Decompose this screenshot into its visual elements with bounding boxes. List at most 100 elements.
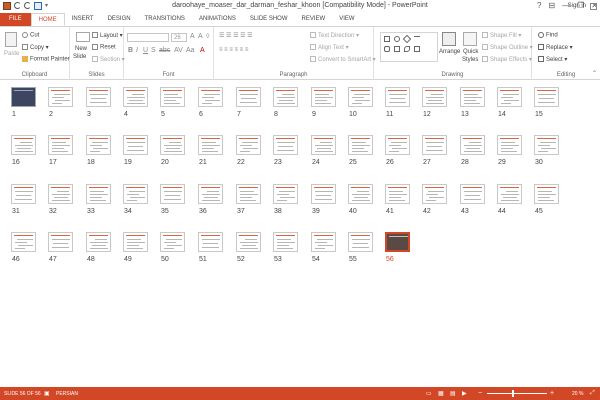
tab-animations[interactable]: ANIMATIONS xyxy=(192,13,243,26)
zoom-slider-handle[interactable] xyxy=(512,390,514,397)
shape-effects-button[interactable]: Shape Effects ▾ xyxy=(482,56,532,63)
slide-thumbnail[interactable] xyxy=(497,135,522,155)
quick-styles-button[interactable]: Quick xyxy=(463,49,478,55)
slide-thumbnail[interactable] xyxy=(160,135,185,155)
tab-home[interactable]: HOME xyxy=(30,13,65,26)
slide-thumbnail[interactable] xyxy=(123,184,148,204)
increase-font-icon[interactable]: A xyxy=(190,33,195,40)
slide-thumbnail[interactable] xyxy=(273,135,298,155)
slide-thumbnail[interactable] xyxy=(86,232,111,252)
tab-review[interactable]: REVIEW xyxy=(295,13,333,26)
slide-thumbnail[interactable] xyxy=(236,184,261,204)
section-button[interactable]: Section ▾ xyxy=(92,56,125,63)
slide-thumbnail[interactable] xyxy=(198,184,223,204)
fit-to-window-icon[interactable]: ⤢ xyxy=(590,390,595,397)
slide-thumbnail[interactable] xyxy=(160,87,185,107)
slide-thumbnail[interactable] xyxy=(385,184,410,204)
shape-fill-button[interactable]: Shape Fill ▾ xyxy=(482,32,521,39)
slide-thumbnail[interactable] xyxy=(348,232,373,252)
clear-format-icon[interactable]: ◊ xyxy=(206,33,209,40)
slide-thumbnail[interactable] xyxy=(497,184,522,204)
reading-view-icon[interactable]: ▤ xyxy=(450,390,456,397)
slide-thumbnail[interactable] xyxy=(86,87,111,107)
slide-thumbnail[interactable] xyxy=(460,87,485,107)
quick-styles-icon[interactable] xyxy=(463,32,477,46)
bold-icon[interactable]: B xyxy=(128,47,133,54)
slide-thumbnail[interactable] xyxy=(311,135,336,155)
arrange-icon[interactable] xyxy=(442,32,456,46)
text-direction-button[interactable]: Text Direction ▾ xyxy=(310,32,359,39)
slide-thumbnail[interactable] xyxy=(48,232,73,252)
slide-thumbnail[interactable] xyxy=(348,87,373,107)
paste-icon[interactable] xyxy=(5,32,17,47)
slide-thumbnail[interactable] xyxy=(534,135,559,155)
slide-thumbnail[interactable] xyxy=(460,135,485,155)
slide-thumbnail[interactable] xyxy=(534,87,559,107)
collapse-ribbon-icon[interactable]: ⌃ xyxy=(592,70,597,77)
slide-thumbnail[interactable] xyxy=(160,184,185,204)
copy-button[interactable]: Copy ▾ xyxy=(22,44,49,51)
slide-thumbnail[interactable] xyxy=(11,135,36,155)
proofing-icon[interactable]: ▣ xyxy=(44,390,50,397)
slide-thumbnail[interactable] xyxy=(123,87,148,107)
format-painter-button[interactable]: Format Painter xyxy=(22,56,70,63)
slide-thumbnail[interactable] xyxy=(123,135,148,155)
tab-view[interactable]: VIEW xyxy=(332,13,361,26)
slide-thumbnail[interactable] xyxy=(385,232,410,252)
slide-thumbnail[interactable] xyxy=(198,87,223,107)
underline-icon[interactable]: U xyxy=(143,47,148,54)
strikethrough-icon[interactable]: abc xyxy=(159,47,170,54)
find-button[interactable]: Find xyxy=(538,32,558,39)
slide-thumbnail[interactable] xyxy=(273,184,298,204)
arrow-shape-icon[interactable] xyxy=(394,46,400,52)
oval-shape-icon[interactable] xyxy=(394,36,400,42)
font-color-icon[interactable]: A xyxy=(200,47,205,54)
slide-thumbnail[interactable] xyxy=(273,232,298,252)
align-icon[interactable]: ≡ ≡ ≡ ≡ ≡ ≡ xyxy=(219,47,248,53)
spacing-icon[interactable]: AV xyxy=(174,47,183,54)
slide-sorter-view-icon[interactable]: ▦ xyxy=(438,390,444,397)
slide-thumbnail[interactable] xyxy=(422,87,447,107)
font-size-box[interactable]: 26 xyxy=(171,33,187,42)
new-slide-dropdown[interactable]: Slide xyxy=(73,54,86,60)
align-text-button[interactable]: Align Text ▾ xyxy=(310,44,349,51)
account-icon[interactable] xyxy=(590,3,597,10)
font-name-box[interactable] xyxy=(127,33,169,42)
ribbon-display-icon[interactable]: ⊟ xyxy=(548,1,555,10)
slide-thumbnail[interactable] xyxy=(385,87,410,107)
slide-thumbnail[interactable] xyxy=(460,184,485,204)
slide-thumbnail[interactable] xyxy=(311,232,336,252)
slide-thumbnail[interactable] xyxy=(86,184,111,204)
tab-design[interactable]: DESIGN xyxy=(101,13,138,26)
slide-thumbnail[interactable] xyxy=(348,135,373,155)
slide-thumbnail[interactable] xyxy=(497,87,522,107)
slide-thumbnail[interactable] xyxy=(160,232,185,252)
slideshow-view-icon[interactable]: ▶ xyxy=(462,390,467,397)
slide-thumbnail[interactable] xyxy=(348,184,373,204)
slide-thumbnail[interactable] xyxy=(11,87,36,107)
slide-thumbnail[interactable] xyxy=(123,232,148,252)
slide-thumbnail[interactable] xyxy=(11,232,36,252)
reset-button[interactable]: Reset xyxy=(92,44,116,51)
zoom-in-icon[interactable]: + xyxy=(550,390,554,397)
rectangle-shape-icon[interactable] xyxy=(384,36,390,42)
line-shape-icon[interactable] xyxy=(414,36,420,42)
slide-sorter[interactable]: 1 2 3 4 5 6 7 8 9 10 11 12 13 14 15 16 17 18 19 20 21 22 23 24 2… xyxy=(0,81,600,387)
slide-thumbnail[interactable] xyxy=(86,135,111,155)
arrange-button[interactable]: Arrange xyxy=(439,49,460,55)
shape-outline-button[interactable]: Shape Outline ▾ xyxy=(482,44,533,51)
slide-thumbnail[interactable] xyxy=(236,232,261,252)
decrease-font-icon[interactable]: A xyxy=(198,33,203,40)
convert-smartart-button[interactable]: Convert to SmartArt ▾ xyxy=(310,56,376,63)
layout-button[interactable]: Layout ▾ xyxy=(92,32,123,39)
select-button[interactable]: Select ▾ xyxy=(538,56,567,63)
language-status[interactable]: PERSIAN xyxy=(56,391,78,397)
diamond-shape-icon[interactable] xyxy=(402,34,412,44)
new-slide-button[interactable]: New xyxy=(75,46,87,52)
tab-slide-show[interactable]: SLIDE SHOW xyxy=(243,13,295,26)
slide-thumbnail[interactable] xyxy=(273,87,298,107)
replace-button[interactable]: Replace ▾ xyxy=(538,44,573,51)
slide-thumbnail[interactable] xyxy=(385,135,410,155)
slide-thumbnail[interactable] xyxy=(422,184,447,204)
rounded-rect-icon[interactable] xyxy=(384,46,390,52)
